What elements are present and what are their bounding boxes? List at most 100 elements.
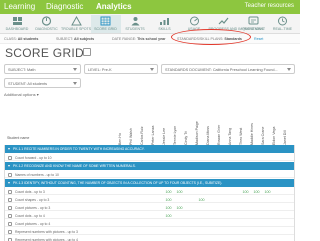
skill-label[interactable]: Count pictures - up to 4 bbox=[15, 222, 50, 226]
skill-checkbox[interactable] bbox=[8, 205, 12, 210]
toolbar-score-grid-button[interactable]: SCORE GRID bbox=[90, 15, 121, 33]
student-column-header[interactable]: Diana Moss bbox=[206, 101, 217, 145]
real-time-icon bbox=[278, 16, 287, 26]
skill-label[interactable]: Represent numbers with pictures - up to … bbox=[15, 230, 78, 234]
standard-section-header[interactable]: PK.1.2 RECOGNIZE AND KNOW THE NAME OF SO… bbox=[5, 162, 294, 170]
page-title: SCORE GRID bbox=[5, 46, 85, 60]
score-cell[interactable]: 100 bbox=[251, 190, 262, 194]
score-cell[interactable]: 100 bbox=[174, 190, 185, 194]
chevron-down-icon bbox=[287, 68, 291, 71]
skill-row: Count dots - up to 4 100 bbox=[5, 212, 294, 219]
subject-select[interactable]: SUBJECT: Math bbox=[4, 64, 81, 74]
skill-checkbox[interactable] bbox=[8, 221, 12, 226]
skill-checkbox[interactable] bbox=[8, 155, 12, 160]
student-column-header[interactable]: Anna Tang bbox=[228, 101, 239, 145]
student-column-header[interactable]: Sara Crane bbox=[261, 101, 272, 145]
skill-checkbox[interactable] bbox=[8, 189, 12, 194]
toolbar-students-button[interactable]: STUDENTS bbox=[120, 15, 150, 33]
skill-label[interactable]: Count forward - up to 10 bbox=[15, 156, 52, 160]
level-select[interactable]: LEVEL: Pre-K bbox=[84, 64, 158, 74]
diagnostic-icon bbox=[41, 16, 52, 26]
student-column-header[interactable]: Maddie Hines bbox=[250, 101, 261, 145]
score-cell[interactable]: 100 bbox=[163, 214, 174, 218]
toolbar-skills-button[interactable]: SKILLS bbox=[150, 15, 180, 33]
highlight-circle bbox=[171, 29, 251, 45]
toolbar-questions-button[interactable]: QUESTIONS bbox=[238, 15, 268, 33]
section-title: PK.1.1 RECITE NUMBERS IN ORDER TO TWENTY… bbox=[13, 147, 145, 151]
toolbar-label: QUESTIONS bbox=[242, 27, 264, 31]
score-cell[interactable]: 100 bbox=[196, 198, 207, 202]
dashboard-icon bbox=[12, 17, 22, 25]
filter-row: CLASS: All students SUBJECT: All subject… bbox=[0, 34, 300, 44]
nav-analytics[interactable]: Analytics bbox=[96, 2, 132, 11]
toolbar-label: DASHBOARD bbox=[5, 27, 29, 31]
student-column-header[interactable]: Theo West bbox=[239, 101, 250, 145]
student-column-header[interactable]: Eldon Vega bbox=[272, 101, 283, 145]
student-column-header[interactable]: Janet Dill bbox=[283, 101, 294, 145]
edit-icon[interactable] bbox=[83, 48, 91, 56]
students-icon bbox=[131, 17, 139, 26]
score-cell[interactable]: 100 bbox=[174, 206, 185, 210]
toolbar-trouble-spots-button[interactable]: TROUBLE SPOTS bbox=[61, 15, 91, 33]
trouble-spots-icon bbox=[70, 16, 82, 26]
subject-filter[interactable]: SUBJECT: All subjects bbox=[56, 37, 94, 41]
score-cell[interactable]: 100 bbox=[262, 190, 273, 194]
student-column-header[interactable]: Tennie Lyon bbox=[173, 101, 184, 145]
additional-options-link[interactable]: Additional options ▾ bbox=[4, 92, 39, 97]
toolbar-dashboard-button[interactable]: DASHBOARD bbox=[2, 15, 32, 33]
page: Learning Diagnostic Analytics Teacher re… bbox=[0, 0, 300, 241]
skill-checkbox[interactable] bbox=[8, 172, 12, 177]
student-column-header[interactable]: Jessie Lee bbox=[162, 101, 173, 145]
student-column-header[interactable]: Carlos Ruiz bbox=[140, 101, 151, 145]
standard-section-header[interactable]: PK.1.3 IDENTIFY, WITHOUT COUNTING, THE N… bbox=[5, 179, 294, 187]
skill-row: Represent numbers with pictures - up to … bbox=[5, 228, 294, 235]
student-select[interactable]: STUDENT: All students bbox=[4, 78, 81, 88]
toolbar-real-time-button[interactable]: REAL-TIME bbox=[268, 15, 298, 33]
student-column-header[interactable]: Madison Paige bbox=[195, 101, 206, 145]
chevron-down-icon bbox=[150, 68, 154, 71]
reset-link[interactable]: Reset bbox=[254, 37, 263, 41]
standards-document-select[interactable]: STANDARDS DOCUMENT: California Preschool… bbox=[161, 64, 295, 74]
skill-label[interactable]: Count shapes - up to 3 bbox=[15, 198, 49, 202]
toolbar-label: DIAGNOSTIC bbox=[35, 27, 58, 31]
student-column-header[interactable]: Ben Ho bbox=[118, 101, 129, 145]
skill-label[interactable]: Represent numbers with pictures - up to … bbox=[15, 238, 78, 241]
skill-row: Count dots - up to 3 100 100 100 100 100 bbox=[5, 188, 294, 195]
skill-checkbox[interactable] bbox=[8, 213, 12, 218]
collapse-icon bbox=[8, 182, 10, 184]
skill-label[interactable]: Count pictures - up to 3 bbox=[15, 206, 50, 210]
toolbar-label: SCORE GRID bbox=[94, 27, 117, 31]
skill-row: Count forward - up to 10 bbox=[5, 154, 294, 161]
score-cell[interactable]: 100 bbox=[240, 190, 251, 194]
section-title: PK.1.2 RECOGNIZE AND KNOW THE NAME OF SO… bbox=[13, 164, 136, 168]
score-cell[interactable]: 100 bbox=[163, 190, 174, 194]
progress-icon bbox=[218, 17, 229, 25]
skill-checkbox[interactable] bbox=[8, 197, 12, 202]
analytics-toolbar: DASHBOARD DIAGNOSTIC TROUBLE SPOTS SCORE GR… bbox=[0, 14, 300, 34]
skills-icon bbox=[160, 18, 169, 25]
section-title: PK.1.3 IDENTIFY, WITHOUT COUNTING, THE N… bbox=[13, 181, 223, 185]
skill-row: Represent numbers with pictures - up to … bbox=[5, 236, 294, 241]
standard-section-header[interactable]: PK.1.1 RECITE NUMBERS IN ORDER TO TWENTY… bbox=[5, 145, 294, 153]
nav-diagnostic[interactable]: Diagnostic bbox=[46, 2, 83, 11]
nav-learning[interactable]: Learning bbox=[4, 2, 35, 11]
skill-row: Count pictures - up to 3 100 100 bbox=[5, 204, 294, 211]
student-column-header[interactable]: Phil Walsh bbox=[129, 101, 140, 145]
date-range-filter[interactable]: DATE RANGE: This school year bbox=[112, 37, 165, 41]
chevron-down-icon bbox=[73, 82, 77, 85]
student-column-header[interactable]: Peter Lanza bbox=[151, 101, 162, 145]
student-column-header[interactable]: Rowan Grier bbox=[217, 101, 228, 145]
skill-checkbox[interactable] bbox=[8, 237, 12, 241]
toolbar-diagnostic-button[interactable]: DIAGNOSTIC bbox=[32, 15, 62, 33]
skill-label[interactable]: Count dots - up to 4 bbox=[15, 214, 45, 218]
teacher-resources-link[interactable]: Teacher resources bbox=[245, 3, 294, 9]
skill-label[interactable]: Names of numbers - up to 10 bbox=[15, 173, 59, 177]
score-cell[interactable]: 100 bbox=[163, 198, 174, 202]
skill-label[interactable]: Count dots - up to 3 bbox=[15, 190, 45, 194]
score-cell[interactable]: 100 bbox=[163, 206, 174, 210]
student-column-header[interactable]: Cindy Tri bbox=[184, 101, 195, 145]
skill-checkbox[interactable] bbox=[8, 229, 12, 234]
usage-icon bbox=[189, 16, 199, 26]
skill-row: Count shapes - up to 3 100 100 bbox=[5, 196, 294, 203]
class-filter[interactable]: CLASS: All students bbox=[4, 37, 38, 41]
